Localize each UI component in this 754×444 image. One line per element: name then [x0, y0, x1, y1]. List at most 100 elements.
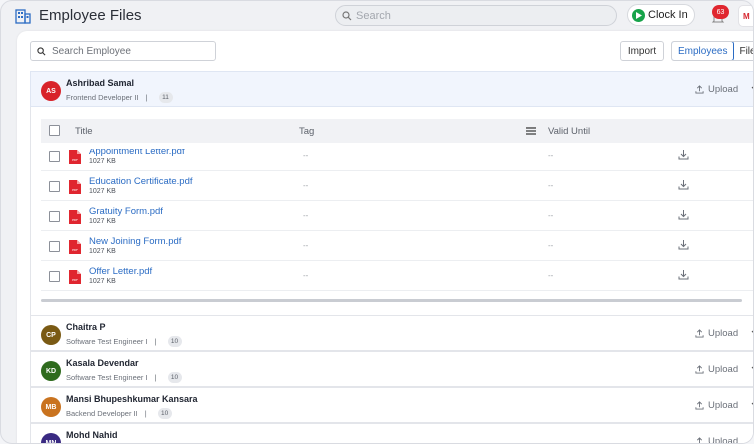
divider: |: [144, 409, 147, 418]
employee-row[interactable]: MN Mohd Nahid Upload: [30, 423, 753, 444]
table-row[interactable]: PDF New Joining Form.pdf 1027 KB -- --: [41, 231, 753, 261]
upload-label: Upload: [708, 84, 739, 95]
file-count-badge: 10: [157, 408, 172, 419]
file-size: 1027 KB: [89, 218, 116, 225]
download-icon[interactable]: [678, 210, 689, 220]
pdf-file-icon: PDF: [69, 270, 81, 284]
employee-search-placeholder: Search Employee: [52, 45, 131, 57]
employee-row[interactable]: AS Ashribad Samal Frontend Developer II …: [30, 71, 753, 107]
employee-meta: Software Test Engineer I | 10: [66, 336, 182, 347]
upload-button[interactable]: Upload: [695, 400, 738, 411]
employee-row[interactable]: KD Kasala Devendar Software Test Enginee…: [30, 351, 753, 387]
avatar: MB: [41, 397, 61, 417]
top-bar: Employee Files Search Clock In 63 M: [1, 1, 753, 31]
page-title: Employee Files: [39, 7, 142, 24]
employee-search-input[interactable]: Search Employee: [30, 41, 216, 61]
row-checkbox[interactable]: [49, 151, 60, 162]
divider: |: [154, 373, 157, 382]
svg-text:PDF: PDF: [72, 158, 78, 162]
table-row[interactable]: PDF Education Certificate.pdf 1027 KB --…: [41, 171, 753, 201]
column-title: Title: [75, 126, 93, 137]
upload-icon: [695, 85, 704, 94]
file-name-link[interactable]: Gratuity Form.pdf: [89, 206, 163, 217]
upload-icon: [695, 365, 704, 374]
row-checkbox[interactable]: [49, 241, 60, 252]
upload-button[interactable]: Upload: [695, 84, 738, 95]
upload-icon: [696, 437, 703, 443]
upload-button[interactable]: Upload: [695, 436, 739, 444]
table-row[interactable]: PDF Offer Letter.pdf 1027 KB -- --: [41, 261, 753, 291]
download-icon[interactable]: [678, 240, 689, 250]
svg-text:PDF: PDF: [72, 278, 78, 282]
file-name-link[interactable]: Offer Letter.pdf: [89, 266, 152, 277]
file-size: 1027 KB: [89, 158, 116, 165]
avatar: CP: [41, 325, 61, 345]
divider: |: [145, 93, 148, 102]
upload-button[interactable]: Upload: [695, 364, 738, 375]
download-icon[interactable]: [678, 180, 689, 190]
upload-label: Upload: [708, 400, 739, 411]
search-placeholder: Search: [356, 9, 391, 22]
download-icon[interactable]: [678, 150, 689, 160]
files-view-button[interactable]: File: [733, 42, 753, 60]
horizontal-scrollbar[interactable]: [41, 299, 742, 302]
file-valid-until: --: [548, 211, 554, 220]
upload-icon: [695, 401, 704, 410]
play-icon: [632, 8, 645, 22]
upload-button[interactable]: Upload: [695, 328, 738, 339]
upload-icon: [695, 329, 704, 338]
file-valid-until: --: [548, 151, 554, 160]
upload-label: Upload: [708, 328, 739, 339]
file-tag: --: [303, 271, 309, 280]
files-table: Title Tag Valid Until PDF Appointment Le…: [30, 107, 753, 315]
user-avatar[interactable]: M: [738, 5, 753, 27]
building-icon: [15, 9, 31, 24]
avatar: KD: [41, 361, 61, 381]
view-toggle: Employees File: [671, 41, 753, 61]
file-valid-until: --: [548, 271, 554, 280]
avatar: MN: [41, 433, 61, 443]
clock-in-label: Clock In: [648, 9, 688, 21]
row-checkbox[interactable]: [49, 271, 60, 282]
table-header: Title Tag Valid Until: [41, 119, 753, 143]
employee-name: Mansi Bhupeshkumar Kansara: [66, 394, 198, 404]
app-window: Employee Files Search Clock In 63 M Sear…: [0, 0, 754, 444]
file-count-badge: 11: [158, 92, 173, 103]
employee-role: Software Test Engineer I: [66, 337, 148, 346]
column-valid-until: Valid Until: [548, 126, 591, 137]
employee-role: Software Test Engineer I: [66, 373, 148, 382]
global-search-input[interactable]: Search: [335, 5, 617, 26]
pdf-file-icon: PDF: [69, 210, 81, 224]
search-icon: [342, 10, 352, 20]
employee-row[interactable]: MB Mansi Bhupeshkumar Kansara Backend De…: [30, 387, 753, 423]
file-count-badge: 10: [167, 372, 182, 383]
download-icon[interactable]: [678, 270, 689, 280]
file-size: 1027 KB: [89, 278, 116, 285]
upload-label: Upload: [708, 436, 739, 444]
file-valid-until: --: [548, 181, 554, 190]
employees-view-button[interactable]: Employees: [672, 42, 735, 60]
file-size: 1027 KB: [89, 248, 116, 255]
file-name-link[interactable]: Appointment Letter.pdf: [89, 149, 185, 157]
import-button[interactable]: Import: [620, 41, 664, 61]
employee-name: Mohd Nahid: [66, 430, 118, 440]
row-clip: PDF Appointment Letter.pdf 1027 KB -- --: [31, 149, 753, 171]
file-tag: --: [303, 211, 309, 220]
employee-name: Ashribad Samal: [66, 78, 135, 88]
employee-meta: Frontend Developer II | 11: [66, 92, 173, 103]
file-name-link[interactable]: Education Certificate.pdf: [89, 176, 193, 187]
table-row[interactable]: PDF Gratuity Form.pdf 1027 KB -- --: [41, 201, 753, 231]
table-row[interactable]: PDF Appointment Letter.pdf 1027 KB -- --: [41, 149, 753, 171]
file-name-link[interactable]: New Joining Form.pdf: [89, 236, 181, 247]
row-checkbox[interactable]: [49, 211, 60, 222]
employee-name: Chaitra P: [66, 322, 106, 332]
employee-row[interactable]: CP Chaitra P Software Test Engineer I | …: [30, 315, 753, 351]
notifications-button[interactable]: 63: [707, 5, 729, 27]
svg-text:PDF: PDF: [72, 188, 78, 192]
row-checkbox[interactable]: [49, 181, 60, 192]
menu-icon[interactable]: [526, 127, 536, 135]
select-all-checkbox[interactable]: [49, 125, 60, 136]
pdf-file-icon: PDF: [69, 240, 81, 254]
employee-role: Frontend Developer II: [66, 93, 139, 102]
clock-in-button[interactable]: Clock In: [627, 4, 695, 26]
